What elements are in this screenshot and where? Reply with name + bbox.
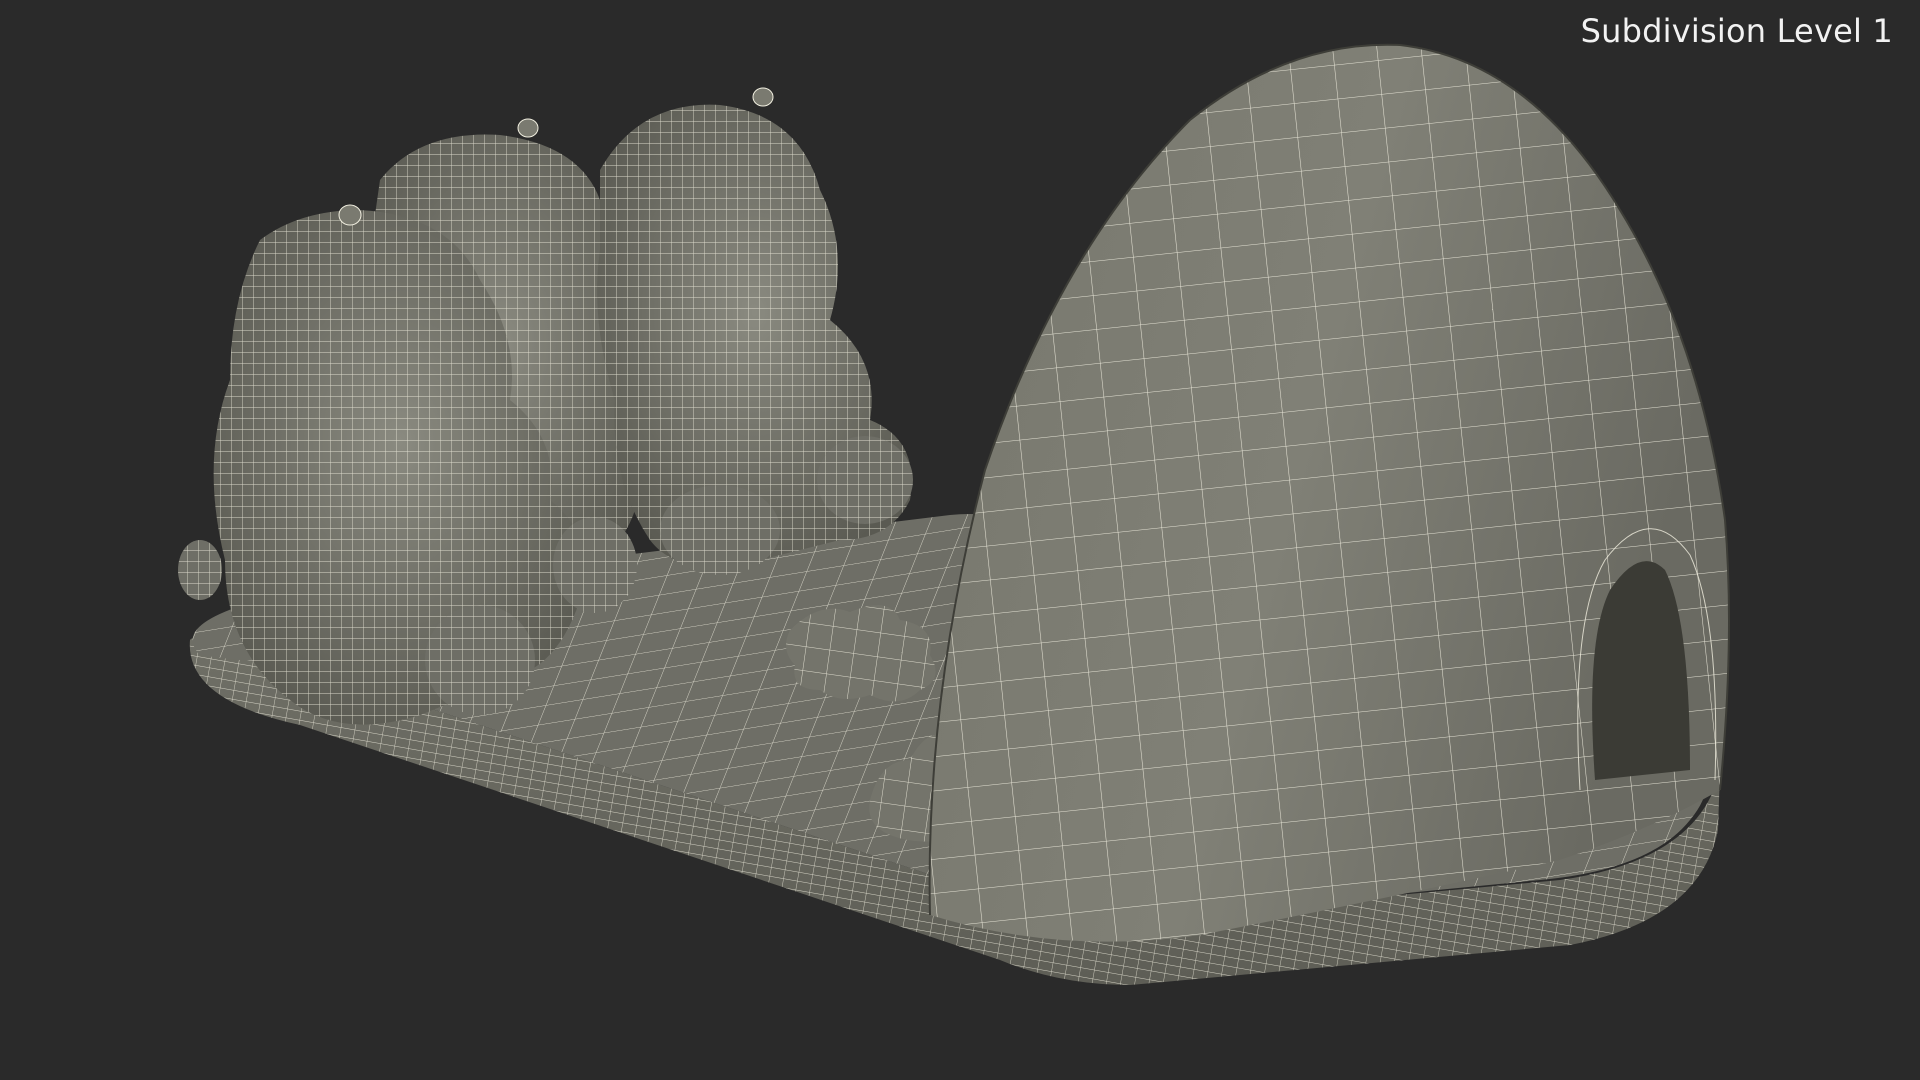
viewport: Subdivision Level 1 — [0, 0, 1920, 1080]
bear-right — [597, 87, 913, 575]
igloo-dome — [928, 43, 1730, 942]
subdivision-level-label: Subdivision Level 1 — [1580, 12, 1893, 50]
wireframe-render — [178, 43, 1730, 985]
